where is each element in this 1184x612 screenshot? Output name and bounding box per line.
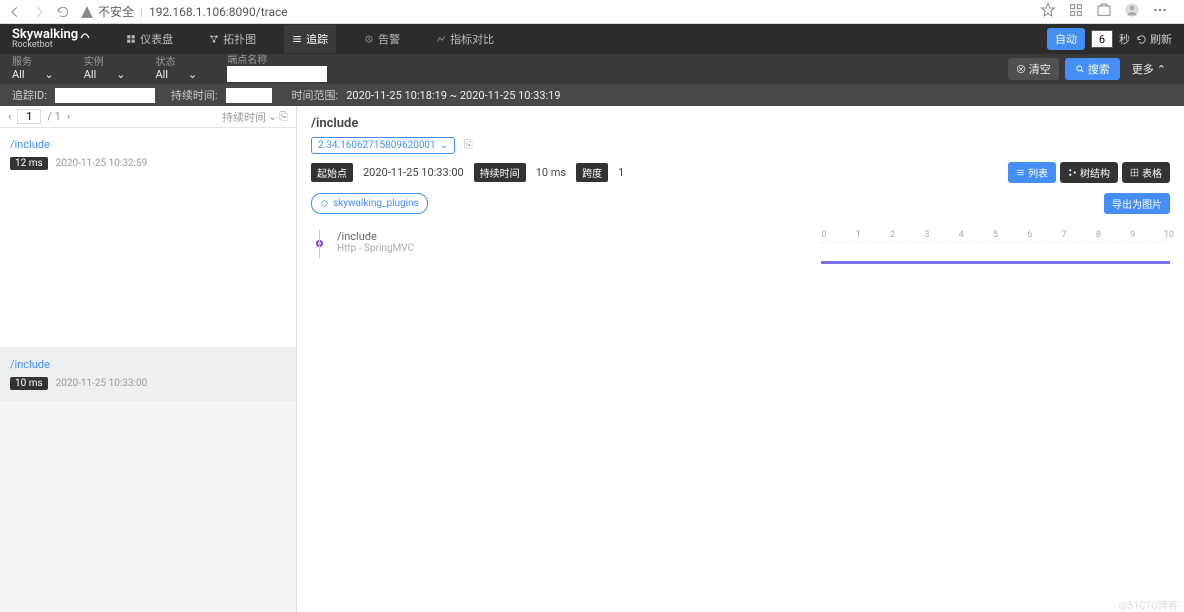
duration-value: 10 ms <box>536 166 566 179</box>
detail-title: /include <box>311 116 1170 131</box>
copy-icon: ⎘ <box>279 110 288 124</box>
search-button[interactable]: 搜索 <box>1065 58 1120 80</box>
main: ‹ / 1 › 持续时间 ⌄ ⎘ /include 12 ms 2020-11-… <box>0 106 1184 612</box>
copy-icon[interactable]: ⎘ <box>464 138 473 151</box>
axis-tick: 8 <box>1095 230 1101 240</box>
axis-tick: 6 <box>1027 230 1033 240</box>
span-subtitle: Http - SpringMVC <box>337 243 414 254</box>
endpoint-filter: 端点名称 <box>227 56 327 82</box>
trace-item[interactable]: /include 12 ms 2020-11-25 10:32:59 <box>0 128 296 348</box>
nav-dashboard[interactable]: 仪表盘 <box>118 25 181 53</box>
start-value: 2020-11-25 10:33:00 <box>363 166 464 179</box>
chevron-down-icon: ⌄ <box>116 68 125 81</box>
export-button[interactable]: 导出为图片 <box>1104 193 1170 214</box>
duration-input[interactable] <box>226 88 272 103</box>
span-label: 跨度 <box>576 163 608 182</box>
collections-icon[interactable] <box>1068 2 1084 22</box>
span-value: 1 <box>618 166 624 179</box>
menu-icon[interactable] <box>1152 2 1168 22</box>
favorite-icon[interactable] <box>1040 2 1056 22</box>
axis-tick: 0 <box>821 230 827 240</box>
page-input[interactable] <box>17 109 41 124</box>
service-filter[interactable]: 服务 All⌄ <box>12 58 54 81</box>
duration-badge: 12 ms <box>10 157 48 170</box>
auto-button[interactable]: 自动 <box>1047 28 1085 50</box>
trace-id-input[interactable] <box>55 88 155 103</box>
chevron-down-icon: ⌄ <box>188 68 197 81</box>
trace-list-sidebar: ‹ / 1 › 持续时间 ⌄ ⎘ /include 12 ms 2020-11-… <box>0 106 297 612</box>
nav-alarm[interactable]: 告警 <box>356 25 408 53</box>
url-bar[interactable]: 不安全 | 192.168.1.106:8090/trace <box>80 3 1030 20</box>
axis-tick: 4 <box>958 230 964 240</box>
duration-label-badge: 持续时间 <box>474 163 526 182</box>
filter-bar-second: 追踪ID: 持续时间: 时间范围: 2020-11-25 10:18:19 ~ … <box>0 84 1184 106</box>
axis-tick: 5 <box>992 230 998 240</box>
profile-icon[interactable] <box>1124 2 1140 22</box>
trace-timestamp: 2020-11-25 10:33:00 <box>56 378 148 389</box>
trace-item-name: /include <box>10 138 286 151</box>
more-button[interactable]: 更多 ⌃ <box>1126 58 1172 80</box>
view-tree-tab[interactable]: 树结构 <box>1060 162 1118 183</box>
chevron-up-icon: ⌃ <box>1157 63 1166 76</box>
span-name: /include <box>337 230 414 243</box>
span-bar <box>821 261 1170 264</box>
time-range-value[interactable]: 2020-11-25 10:18:19 ~ 2020-11-25 10:33:1… <box>346 89 560 102</box>
trace-item[interactable]: /include 10 ms 2020-11-25 10:33:00 <box>0 348 296 401</box>
chevron-down-icon: ⌄ <box>268 110 277 123</box>
axis-tick: 1 <box>855 230 861 240</box>
page-prev-icon[interactable]: ‹ <box>8 110 11 123</box>
start-label: 起始点 <box>311 163 353 182</box>
insecure-badge: 不安全 <box>80 3 134 20</box>
interval-input[interactable] <box>1091 30 1113 48</box>
page-next-icon[interactable]: › <box>67 110 70 123</box>
url-text: 192.168.1.106:8090/trace <box>149 5 288 19</box>
trace-id-label: 追踪ID: <box>12 87 47 103</box>
trace-detail: /include 2.34.16062715809620001⌄ ⎘ 起始点 2… <box>297 106 1184 612</box>
duration-badge: 10 ms <box>10 377 48 390</box>
duration-label: 持续时间: <box>171 87 218 103</box>
filter-bar: 服务 All⌄ 实例 All⌄ 状态 All⌄ 端点名称 清空 搜索 更多 ⌃ <box>0 54 1184 84</box>
timeline-chart: 0 1 2 3 4 5 6 7 8 9 10 <box>821 230 1170 264</box>
browser-chrome: 不安全 | 192.168.1.106:8090/trace <box>0 0 1184 24</box>
page-total: / 1 <box>47 110 60 123</box>
watermark: @51CTO博客 <box>1119 597 1178 612</box>
status-filter[interactable]: 状态 All⌄ <box>156 58 198 81</box>
span-row[interactable]: /include Http - SpringMVC <box>311 230 821 264</box>
nav-topology[interactable]: 拓扑图 <box>201 25 264 53</box>
reload-icon[interactable] <box>56 5 70 19</box>
axis-tick: 2 <box>890 230 896 240</box>
axis-tick: 9 <box>1130 230 1136 240</box>
sort-select[interactable]: 持续时间 ⌄ ⎘ <box>222 109 288 125</box>
endpoint-input[interactable] <box>227 66 327 82</box>
plugin-chip[interactable]: skywalking_plugins <box>311 193 428 214</box>
instance-filter[interactable]: 实例 All⌄ <box>84 58 126 81</box>
nav-trace[interactable]: 追踪 <box>284 25 336 53</box>
back-icon[interactable] <box>8 5 22 19</box>
time-range-label: 时间范围: <box>292 87 339 103</box>
axis-tick: 7 <box>1061 230 1067 240</box>
refresh-button[interactable]: 刷新 <box>1136 31 1172 47</box>
trace-item-name: /include <box>10 358 286 371</box>
view-list-tab[interactable]: 列表 <box>1008 162 1056 183</box>
chevron-down-icon: ⌄ <box>440 140 448 151</box>
axis-tick: 3 <box>924 230 930 240</box>
nav-metrics-compare[interactable]: 指标对比 <box>428 25 502 53</box>
trace-timestamp: 2020-11-25 10:32:59 <box>56 158 148 169</box>
app-nav: Skywalking Rocketbot 仪表盘 拓扑图 追踪 告警 指标对比 … <box>0 24 1184 54</box>
brand: Skywalking Rocketbot <box>12 28 90 50</box>
clear-button[interactable]: 清空 <box>1008 58 1059 80</box>
axis-tick: 10 <box>1164 230 1170 240</box>
interval-unit: 秒 <box>1119 31 1130 47</box>
chevron-down-icon: ⌄ <box>45 68 54 81</box>
forward-icon[interactable] <box>32 5 46 19</box>
pager: ‹ / 1 › 持续时间 ⌄ ⎘ <box>0 106 296 128</box>
extensions-icon[interactable] <box>1096 2 1112 22</box>
view-table-tab[interactable]: 表格 <box>1122 162 1170 183</box>
trace-id-select[interactable]: 2.34.16062715809620001⌄ <box>311 137 455 154</box>
